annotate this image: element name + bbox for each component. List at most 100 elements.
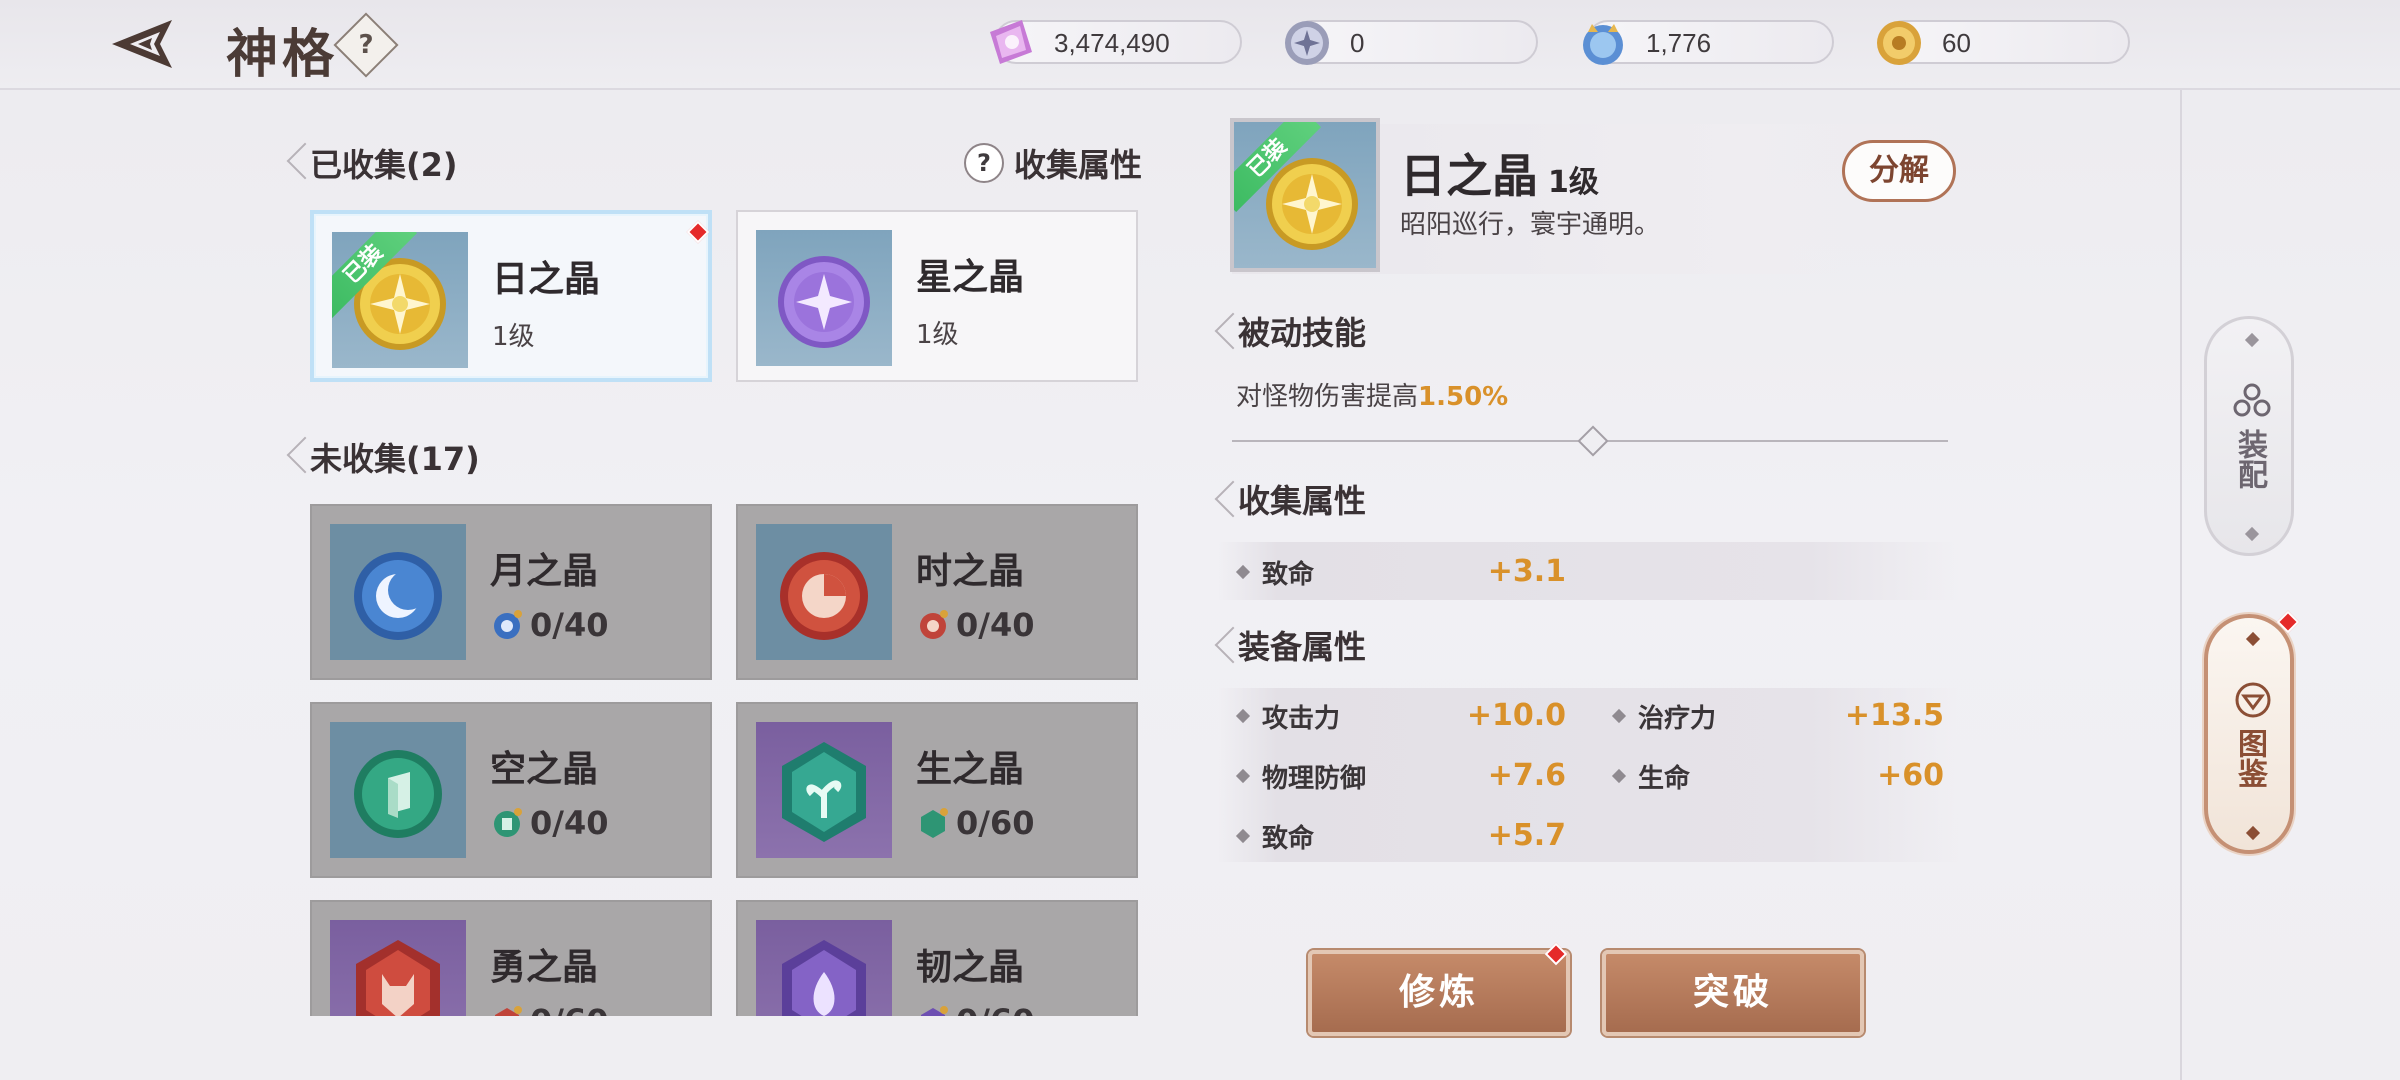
card-level: 1级 — [492, 322, 535, 352]
uncollected-list[interactable]: 月之晶 0/40 时之晶 0/40 空之晶 0/40 生之晶 0/60 勇之晶 … — [300, 500, 1150, 1016]
bullet-icon — [1235, 828, 1251, 844]
tab-ornament — [2244, 332, 2260, 348]
uncollected-heading: 未收集(17) — [310, 440, 480, 478]
card-progress: 0/60 — [490, 1002, 608, 1016]
collect-attributes-link[interactable]: ? 收集属性 — [964, 142, 1142, 184]
tab-equip[interactable]: 装配 — [2204, 316, 2294, 556]
card-progress: 0/60 — [916, 804, 1034, 842]
currency-value: 1,776 — [1646, 28, 1712, 58]
collected-heading: 已收集(2) — [310, 146, 458, 184]
card-thumbnail — [756, 524, 892, 660]
attribute-value: +13.5 — [1844, 698, 1944, 733]
back-arrow-icon — [112, 20, 172, 68]
blue-orb-icon — [1583, 24, 1623, 65]
back-button[interactable] — [108, 14, 182, 74]
moon-crystal-icon — [354, 552, 442, 640]
card-progress: 0/60 — [916, 1002, 1034, 1016]
help-button[interactable]: ? — [333, 12, 399, 78]
courage-fragment-icon — [495, 1006, 522, 1016]
progress-value: 0/60 — [956, 804, 1035, 842]
card-thumbnail — [756, 230, 892, 366]
passive-skill-heading: 被动技能 — [1238, 314, 1367, 352]
page-title: 神格 — [226, 24, 339, 85]
progress-value: 0/60 — [956, 1002, 1034, 1016]
attribute-row: 致命 — [1235, 816, 1315, 856]
currency-value: 3,474,490 — [1054, 28, 1170, 58]
equip-attributes-heading: 装备属性 — [1238, 628, 1367, 666]
gold-coin-icon — [1877, 21, 1921, 65]
attribute-value: +7.6 — [1487, 758, 1566, 793]
attribute-name: 治疗力 — [1638, 703, 1717, 734]
tab-codex[interactable]: 图鉴 — [2204, 610, 2300, 854]
attribute-value: +5.7 — [1487, 818, 1566, 853]
time-crystal-icon — [780, 552, 868, 640]
card-thumbnail — [330, 920, 466, 1016]
sun-crystal-icon — [1266, 158, 1358, 250]
card-thumbnail — [756, 722, 892, 858]
train-button[interactable]: 修炼 — [1308, 950, 1570, 1036]
new-badge-dot — [686, 220, 710, 244]
currency-gold[interactable]: 60 — [1877, 20, 2130, 65]
collected-card-sun[interactable]: 已装 日之晶 1级 — [310, 210, 712, 382]
new-badge-dot — [2276, 610, 2300, 634]
progress-value: 0/60 — [530, 1002, 608, 1016]
card-name: 月之晶 — [490, 551, 599, 592]
card-name: 时之晶 — [916, 551, 1025, 592]
collect-attributes-heading: 收集属性 — [1238, 482, 1367, 520]
moon-fragment-icon — [494, 610, 522, 639]
tab-ornament — [2245, 825, 2261, 841]
collected-card-star[interactable]: 星之晶 1级 — [736, 210, 1138, 382]
progress-value: 0/40 — [956, 606, 1035, 644]
currency-value: 60 — [1942, 28, 1971, 58]
progress-value: 0/40 — [530, 606, 609, 644]
star-crystal-icon — [778, 256, 870, 348]
attribute-value: +60 — [1877, 758, 1944, 793]
time-fragment-icon — [920, 610, 948, 639]
tab-label: 装配 — [2232, 429, 2267, 489]
detail-name: 日之晶 1级 — [1400, 140, 1599, 206]
tab-ornament — [2244, 526, 2260, 542]
uncollected-card-life[interactable]: 生之晶 0/60 — [736, 702, 1138, 878]
card-thumbnail — [330, 722, 466, 858]
tenacity-fragment-icon — [921, 1006, 948, 1016]
currency-silver[interactable]: 0 — [1285, 20, 1538, 65]
passive-prefix: 对怪物伤害提高 — [1236, 382, 1419, 412]
top-bar: 神格 ? 3,474,490 0 1,776 60 — [0, 0, 2400, 90]
tenacity-crystal-icon — [782, 940, 866, 1016]
tab-ornament — [2245, 631, 2261, 647]
attribute-value: +3.1 — [1487, 554, 1566, 589]
progress-value: 0/40 — [530, 804, 609, 842]
codex-icon — [2235, 682, 2271, 718]
card-level: 1级 — [916, 320, 959, 350]
attribute-band — [1218, 542, 1958, 600]
uncollected-card-moon[interactable]: 月之晶 0/40 — [310, 504, 712, 680]
equip-cluster-icon — [2233, 383, 2271, 417]
sun-crystal-icon — [354, 258, 446, 350]
breakthrough-button[interactable]: 突破 — [1602, 950, 1864, 1036]
card-name: 韧之晶 — [916, 947, 1025, 988]
detail-description: 昭阳巡行，寰宇通明。 — [1400, 210, 1661, 240]
question-icon: ? — [964, 143, 1004, 183]
uncollected-card-courage[interactable]: 勇之晶 0/60 — [310, 900, 712, 1016]
decompose-button[interactable]: 分解 — [1842, 140, 1956, 202]
currency-crystal[interactable]: 3,474,490 — [990, 20, 1242, 64]
card-name: 勇之晶 — [490, 947, 599, 988]
side-divider — [2180, 90, 2182, 1080]
silver-coin-icon — [1285, 21, 1329, 65]
bullet-icon — [1235, 768, 1251, 784]
card-name: 日之晶 — [492, 259, 601, 300]
currency-blue-orb[interactable]: 1,776 — [1583, 20, 1834, 65]
card-thumbnail — [330, 524, 466, 660]
bullet-icon — [1611, 768, 1627, 784]
attribute-value: +10.0 — [1466, 698, 1566, 733]
courage-crystal-icon — [356, 940, 440, 1016]
card-thumbnail: 已装 — [332, 232, 468, 368]
life-fragment-icon — [921, 808, 948, 838]
uncollected-card-space[interactable]: 空之晶 0/40 — [310, 702, 712, 878]
attribute-name: 致命 — [1262, 823, 1315, 854]
uncollected-card-time[interactable]: 时之晶 0/40 — [736, 504, 1138, 680]
uncollected-card-tenacity[interactable]: 韧之晶 0/60 — [736, 900, 1138, 1016]
attribute-row: 生命 — [1611, 756, 1690, 796]
crystal-ticket-icon — [990, 20, 1032, 64]
card-progress: 0/40 — [490, 606, 608, 644]
